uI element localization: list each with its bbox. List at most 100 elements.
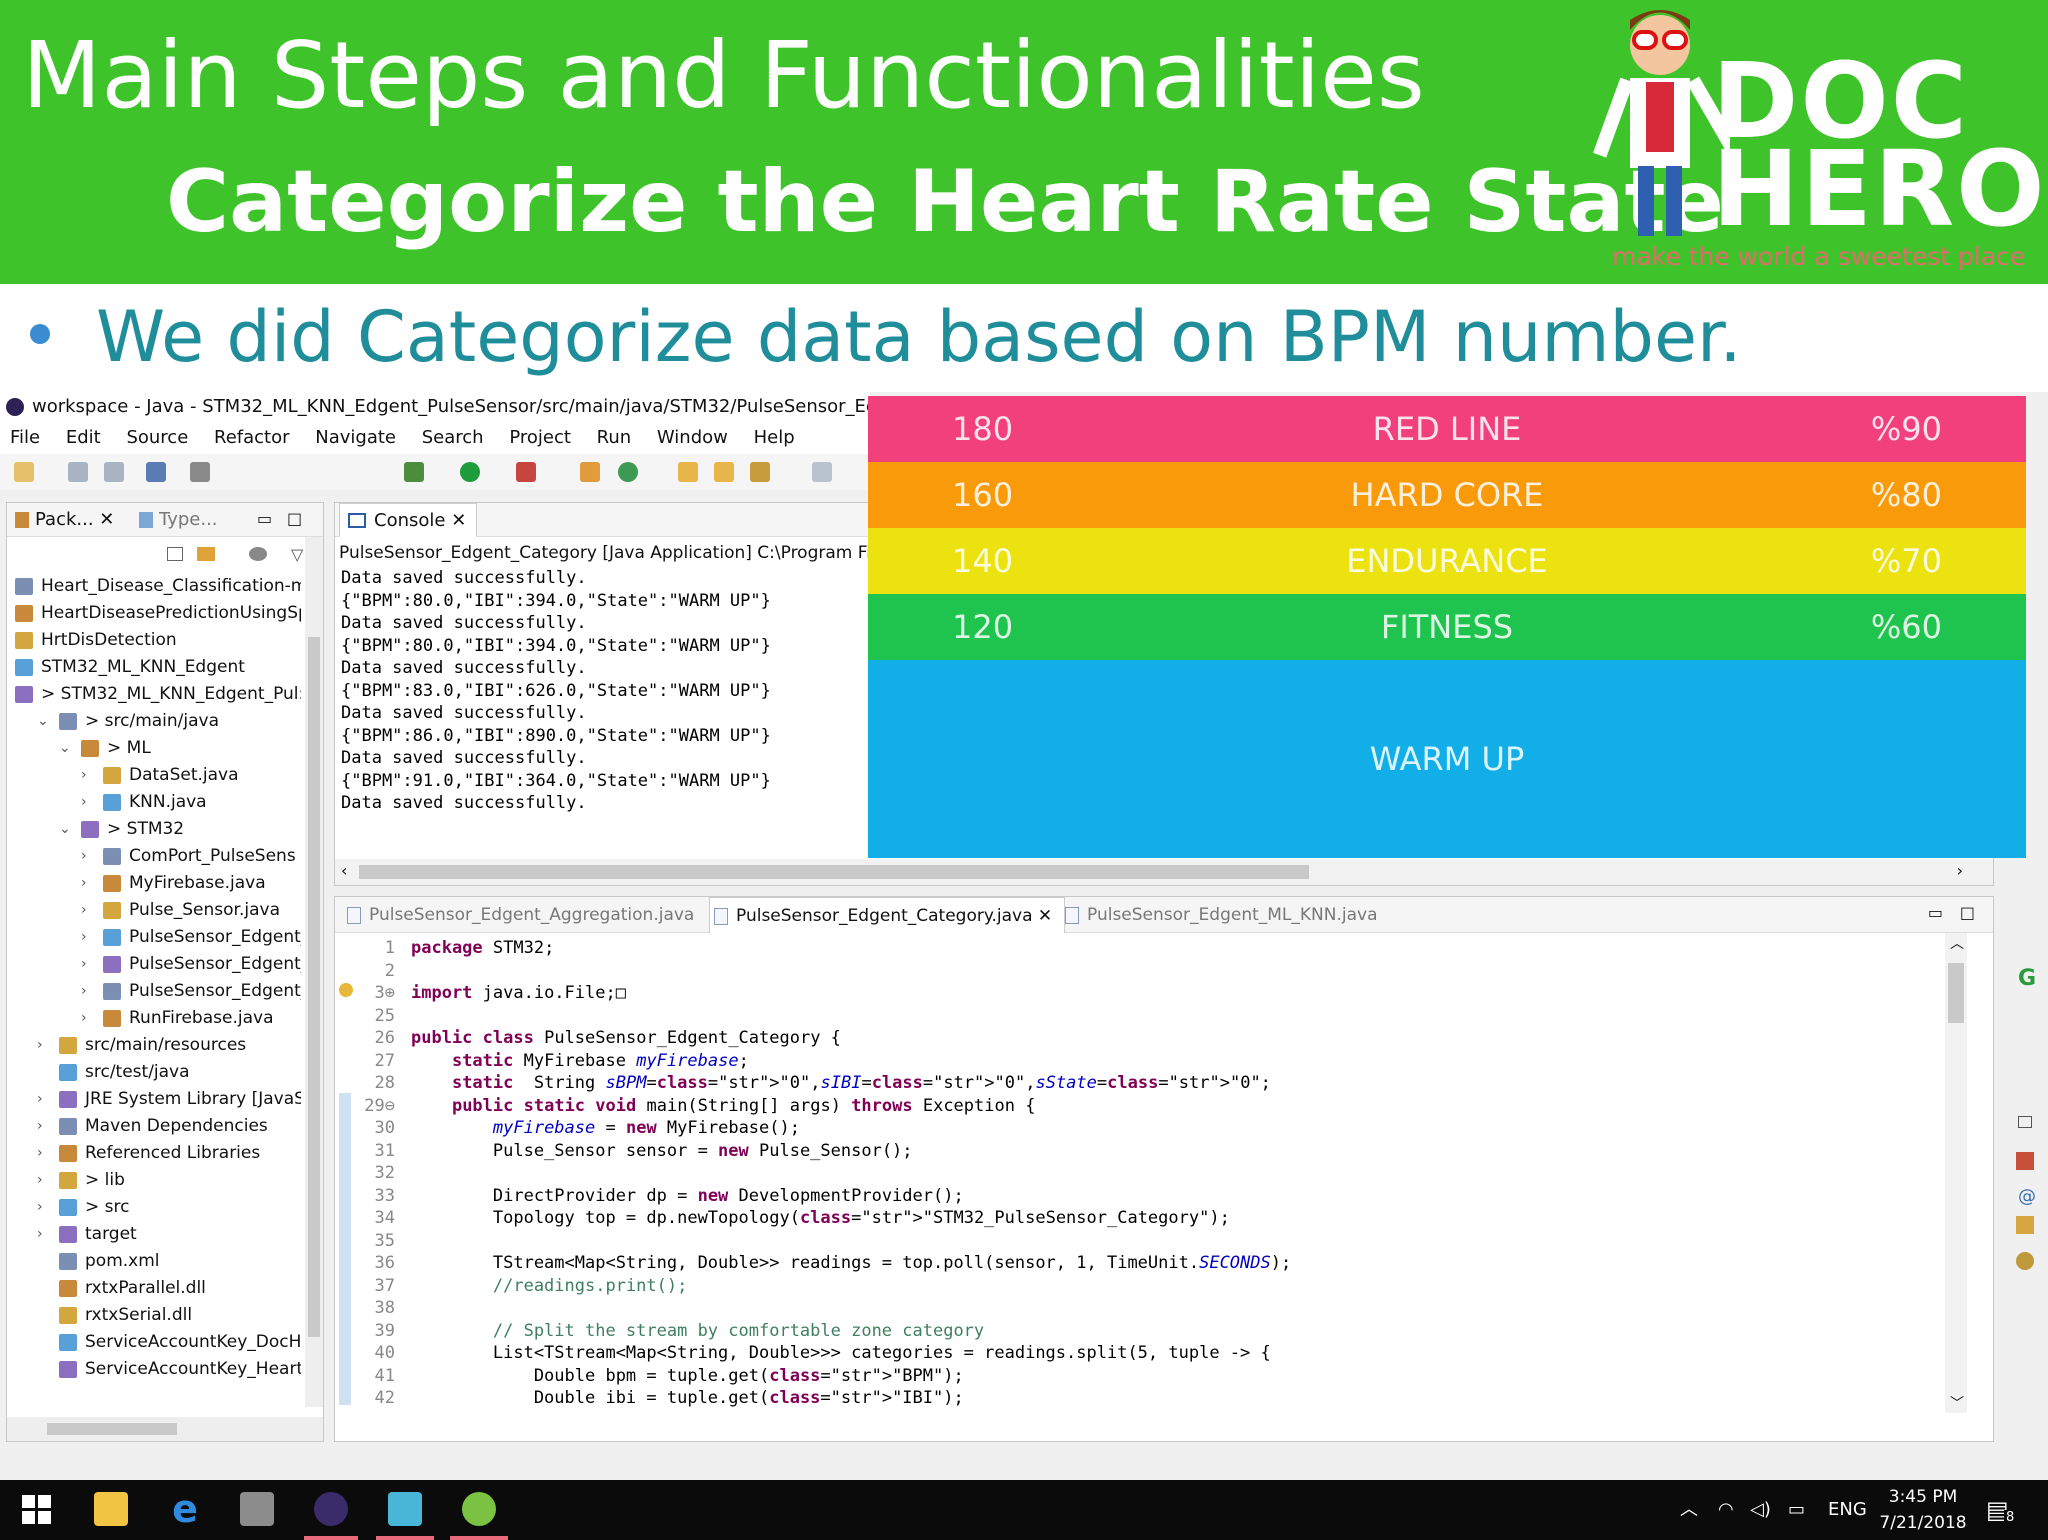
tree-item[interactable]: › MyFirebase.java (7, 870, 301, 897)
tree-item[interactable]: › target (7, 1221, 301, 1248)
tree-item[interactable]: › > src (7, 1194, 301, 1221)
filter-icon[interactable] (249, 547, 267, 561)
tree-item[interactable]: › PulseSensor_Edgent_ (7, 951, 301, 978)
debug-icon[interactable] (404, 462, 424, 482)
maximize-icon[interactable]: □ (287, 509, 302, 528)
collapsed-arrow-icon[interactable]: › (81, 789, 95, 816)
collapsed-arrow-icon[interactable]: › (81, 951, 95, 978)
menu-navigate[interactable]: Navigate (315, 427, 396, 448)
save-icon[interactable] (68, 462, 88, 482)
run-icon[interactable] (460, 462, 480, 482)
collapsed-arrow-icon[interactable]: › (81, 762, 95, 789)
skip-breakpoints-icon[interactable] (146, 462, 166, 482)
tree-item[interactable]: › > lib (7, 1167, 301, 1194)
search-view-icon[interactable] (2016, 1252, 2034, 1270)
android-studio-icon[interactable] (462, 1492, 496, 1526)
view-menu-icon[interactable]: ▽ (291, 545, 303, 564)
editor-maximize-icon[interactable]: □ (1960, 903, 1975, 922)
collapsed-arrow-icon[interactable]: › (81, 870, 95, 897)
open-folder-icon[interactable] (714, 462, 734, 482)
volume-icon[interactable]: ◁) (1750, 1480, 1771, 1540)
tree-item[interactable]: src/test/java (7, 1059, 301, 1086)
new-file-icon[interactable] (14, 462, 34, 482)
external-tools-icon[interactable] (516, 462, 536, 482)
tree-item[interactable]: ServiceAccountKey_HeartRa (7, 1356, 301, 1383)
tree-item[interactable]: HeartDiseasePredictionUsingSp (7, 600, 301, 627)
expanded-arrow-icon[interactable]: ⌄ (59, 735, 73, 762)
menu-project[interactable]: Project (509, 427, 571, 448)
javadoc-icon[interactable]: @ (2018, 1186, 2036, 1207)
tree-item[interactable]: › Maven Dependencies (7, 1113, 301, 1140)
collapsed-arrow-icon[interactable]: › (37, 1086, 51, 1113)
new-package-icon[interactable] (580, 462, 600, 482)
explorer-horizontal-scrollbar[interactable] (7, 1417, 323, 1441)
menu-help[interactable]: Help (754, 427, 795, 448)
system-clock[interactable]: 3:45 PM 7/21/2018 (1878, 1484, 1968, 1536)
input-language[interactable]: ENG (1828, 1480, 1867, 1540)
new-class-icon[interactable] (618, 462, 638, 482)
show-hidden-icons-icon[interactable]: ︿ (1680, 1480, 1698, 1540)
collapsed-arrow-icon[interactable]: › (37, 1194, 51, 1221)
collapsed-arrow-icon[interactable]: › (81, 897, 95, 924)
problems-icon[interactable] (2016, 1152, 2034, 1170)
scroll-right-icon[interactable]: › (1957, 861, 1963, 880)
menu-source[interactable]: Source (126, 427, 188, 448)
menu-refactor[interactable]: Refactor (214, 427, 290, 448)
outline-icon[interactable]: G (2018, 966, 2036, 991)
menu-file[interactable]: File (10, 427, 40, 448)
tree-item[interactable]: › PulseSensor_Edgent_ (7, 978, 301, 1005)
tab-type-hierarchy[interactable]: Type... (139, 509, 218, 530)
declaration-icon[interactable] (2016, 1216, 2034, 1234)
tree-item[interactable]: › KNN.java (7, 789, 301, 816)
collapsed-arrow-icon[interactable]: › (37, 1221, 51, 1248)
tree-item[interactable]: › RunFirebase.java (7, 1005, 301, 1032)
collapse-all-icon[interactable] (167, 547, 183, 561)
tree-item[interactable]: ServiceAccountKey_DocHer (7, 1329, 301, 1356)
tree-item[interactable]: pom.xml (7, 1248, 301, 1275)
tab-ml-knn-java[interactable]: PulseSensor_Edgent_ML_KNN.java (1061, 897, 1378, 933)
pin-icon[interactable] (190, 462, 210, 482)
collapsed-arrow-icon[interactable]: › (37, 1113, 51, 1140)
file-explorer-icon[interactable] (94, 1492, 128, 1526)
collapsed-arrow-icon[interactable]: › (81, 1005, 95, 1032)
menu-search[interactable]: Search (422, 427, 484, 448)
package-app-icon[interactable] (240, 1492, 274, 1526)
scroll-down-icon[interactable]: ﹀ (1950, 1393, 1964, 1413)
tree-item[interactable]: › src/main/resources (7, 1032, 301, 1059)
minimize-icon[interactable]: ▭ (257, 509, 272, 528)
edge-browser-icon[interactable]: e (168, 1490, 202, 1528)
save-all-icon[interactable] (104, 462, 124, 482)
tree-item[interactable]: › PulseSensor_Edgent_ (7, 924, 301, 951)
tree-item[interactable]: > STM32_ML_KNN_Edgent_Pul: (7, 681, 301, 708)
tree-item[interactable]: ⌄ > STM32 (7, 816, 301, 843)
menu-window[interactable]: Window (657, 427, 728, 448)
collapsed-arrow-icon[interactable]: › (37, 1140, 51, 1167)
nav-back-icon[interactable] (812, 462, 832, 482)
tab-category-java[interactable]: PulseSensor_Edgent_Category.java ✕ (709, 897, 1066, 933)
tree-item[interactable]: rxtxSerial.dll (7, 1302, 301, 1329)
tree-item[interactable]: › JRE System Library [JavaSE- (7, 1086, 301, 1113)
explorer-vertical-scrollbar[interactable] (305, 537, 323, 1407)
link-editor-icon[interactable] (197, 547, 215, 561)
eclipse-taskbar-icon[interactable] (314, 1492, 348, 1526)
editor-minimize-icon[interactable]: ▭ (1928, 903, 1943, 922)
restore-icon[interactable] (2018, 1116, 2032, 1128)
menu-run[interactable]: Run (597, 427, 632, 448)
tab-package-explorer[interactable]: Pack... ✕ (15, 509, 114, 530)
expanded-arrow-icon[interactable]: ⌄ (59, 816, 73, 843)
search-tool-icon[interactable] (750, 462, 770, 482)
tree-item[interactable]: HrtDisDetection (7, 627, 301, 654)
expanded-arrow-icon[interactable]: ⌄ (37, 708, 51, 735)
tree-item[interactable]: › Referenced Libraries (7, 1140, 301, 1167)
tree-item[interactable]: ⌄ > ML (7, 735, 301, 762)
scroll-up-icon[interactable]: ︿ (1950, 933, 1964, 953)
collapsed-arrow-icon[interactable]: › (37, 1032, 51, 1059)
tab-console[interactable]: Console ✕ (339, 503, 478, 537)
tree-item[interactable]: › ComPort_PulseSens (7, 843, 301, 870)
editor-vertical-scrollbar[interactable]: ︿ ﹀ (1945, 933, 1967, 1413)
editor-horizontal-scrollbar[interactable] (401, 1417, 1961, 1437)
console-horizontal-scrollbar[interactable]: ‹ › (335, 859, 1993, 885)
tree-item[interactable]: › DataSet.java (7, 762, 301, 789)
browser-app-icon[interactable] (388, 1492, 422, 1526)
tree-item[interactable]: rxtxParallel.dll (7, 1275, 301, 1302)
